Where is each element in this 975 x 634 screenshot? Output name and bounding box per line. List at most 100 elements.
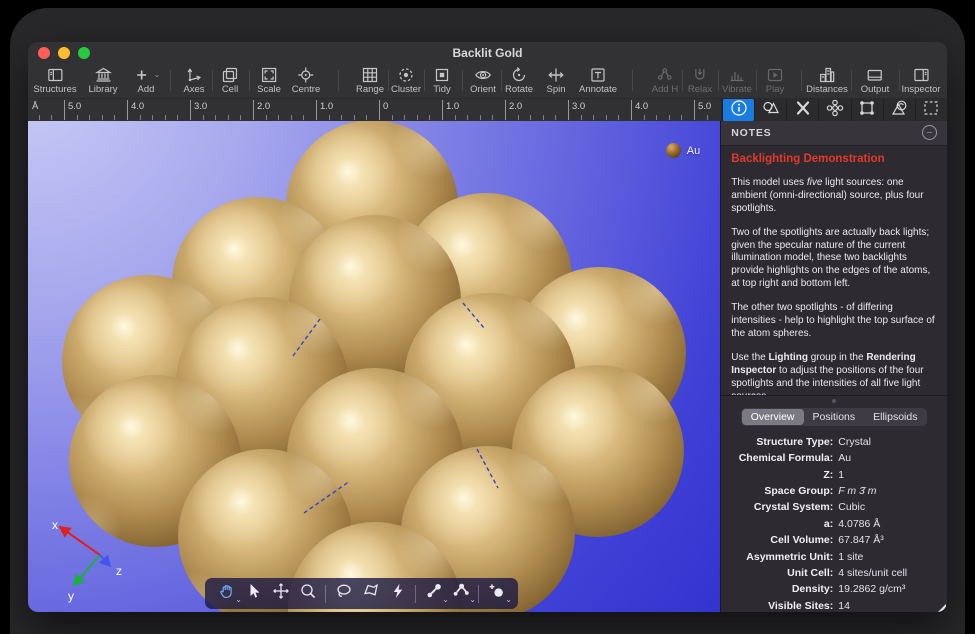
y-axis-arrow (74, 555, 100, 585)
field-row: Space Group:F m 3̄ m (723, 483, 941, 499)
collapse-notes-icon[interactable]: – (922, 125, 937, 140)
toolbar-distances-button[interactable]: Distances (806, 65, 848, 95)
ruler-minor-tick (530, 115, 531, 120)
inspector-tab-tools[interactable] (786, 99, 818, 121)
toolbar-tidy-button[interactable]: Tidy (432, 65, 452, 95)
toolbar-output-button[interactable]: Output (861, 65, 890, 95)
toolbar-separator (212, 70, 213, 91)
field-value: 67.847 Å³ (838, 534, 884, 546)
toolbar-orient-button[interactable]: Orient (470, 65, 496, 95)
add-atom-icon (487, 581, 507, 606)
toolbar-rotate-button[interactable]: Rotate (505, 65, 533, 95)
field-value: 19.2862 g/cm³ (838, 583, 905, 595)
ruler-minor-tick (555, 115, 556, 120)
ruler-minor-tick (681, 115, 682, 120)
toolbar-annotate-button[interactable]: Annotate (579, 65, 617, 95)
field-row: Unit Cell:4 sites/unit cell (723, 565, 941, 581)
tool-polygon-select[interactable] (357, 581, 384, 607)
toolbar-cell-button[interactable]: Cell (220, 65, 240, 95)
field-value: Cubic (838, 501, 865, 513)
toolbar-range-button[interactable]: Range (356, 65, 384, 95)
inspector-tab-selection-marquee[interactable] (915, 99, 947, 121)
resize-grip[interactable] (937, 604, 946, 612)
toolbar-centre-button[interactable]: Centre (292, 65, 321, 95)
toolbar-scale-button[interactable]: Scale (257, 65, 281, 95)
relax-icon (690, 65, 710, 84)
toolbar-separator (388, 70, 389, 91)
toolbar-add-button[interactable]: ⌄Add (132, 65, 161, 95)
field-row: Density:19.2862 g/cm³ (723, 581, 941, 597)
tool-bolt[interactable] (384, 581, 411, 607)
axes-icon (184, 65, 204, 84)
tab-ellipsoids[interactable]: Ellipsoids (864, 409, 926, 425)
ruler-major-tick (190, 100, 191, 120)
tool-add-atom[interactable]: ⌄ (483, 581, 510, 607)
tool-select-arrow[interactable] (240, 581, 267, 607)
axis-triad: x y z (42, 517, 130, 605)
toolbar-axes-button[interactable]: Axes (183, 65, 204, 95)
inspector-tab-atom-orbit[interactable] (818, 99, 850, 121)
field-label: a: (723, 518, 838, 530)
gold-atom-swatch (666, 143, 681, 158)
field-value: 1 (838, 469, 844, 481)
ruler-major-tick (694, 100, 695, 120)
ruler-minor-tick (203, 115, 204, 120)
select-arrow-icon (244, 581, 264, 606)
tool-translate[interactable] (267, 581, 294, 607)
panel-splitter[interactable] (721, 395, 947, 406)
tool-pan-hand[interactable]: ⌄ (213, 581, 240, 607)
notes-body[interactable]: Backlighting DemonstrationThis model use… (721, 146, 947, 395)
tool-zoom[interactable] (294, 581, 321, 607)
z-axis-label: z (116, 564, 122, 578)
field-label: Unit Cell: (723, 567, 838, 579)
inspector-tab-info[interactable] (722, 99, 754, 121)
field-value: Au (838, 452, 851, 464)
field-value: 1 site (838, 551, 863, 563)
ruler-tick-label: 5.0 (68, 101, 81, 112)
notes-paragraph: The other two spotlights - of differing … (731, 302, 937, 341)
annotate-icon (588, 65, 608, 84)
toolbar-inspector-button[interactable]: Inspector (901, 65, 940, 95)
crystal-viewport[interactable]: Au x y z ⌄⌄⌄⌄ (28, 121, 720, 612)
ruler-minor-tick (354, 115, 355, 120)
tool-measure-angle[interactable]: ⌄ (447, 581, 474, 607)
add-icon: ⌄ (132, 65, 161, 84)
ruler-minor-tick (492, 115, 493, 120)
toolbar-separator (424, 70, 425, 91)
toolbar-vibrate-button: Vibrate (722, 65, 752, 95)
ruler-minor-tick (618, 115, 619, 120)
ruler-tick-label: 3.0 (572, 101, 585, 112)
ruler-unit-label: Å (32, 101, 38, 112)
toolbar-library-button[interactable]: Library (88, 65, 117, 95)
field-row: Structure Type:Crystal (723, 434, 941, 450)
field-row: Z:1 (723, 466, 941, 482)
toolbar-cluster-button[interactable]: Cluster (391, 65, 421, 95)
ruler-major-tick (631, 100, 632, 120)
ruler-minor-tick (593, 115, 594, 120)
tab-overview[interactable]: Overview (742, 409, 804, 425)
output-icon (865, 65, 885, 84)
tool-lasso[interactable] (330, 581, 357, 607)
inspector-icon (911, 65, 931, 84)
ruler-tick-label: 2.0 (509, 101, 522, 112)
inspector-tab-bar (722, 99, 947, 121)
bolt-icon (388, 581, 408, 606)
ruler-minor-tick (467, 115, 468, 120)
ruler-minor-tick (291, 115, 292, 120)
field-value: 4.0786 Å (838, 518, 880, 530)
centre-icon (296, 65, 316, 84)
inspector-tab-sphere-render[interactable] (883, 99, 915, 121)
toolbar-spin-button[interactable]: Spin (546, 65, 566, 95)
tool-measure-distance[interactable]: ⌄ (420, 581, 447, 607)
toolbar-structures-button[interactable]: Structures (33, 65, 76, 95)
inspector-tab-shapes[interactable] (754, 99, 786, 121)
toolbar-library-label: Library (88, 84, 117, 95)
translate-icon (271, 581, 291, 606)
field-label: Visible Sites: (723, 600, 838, 612)
shapes-icon (761, 98, 781, 123)
ruler-tick-label: 3.0 (194, 101, 207, 112)
tab-positions[interactable]: Positions (804, 409, 865, 425)
inspector-tab-lattice-cell[interactable] (851, 99, 883, 121)
toolbar-add-h-button: Add H (652, 65, 678, 95)
overview-tab-row: OverviewPositionsEllipsoids (721, 406, 947, 432)
